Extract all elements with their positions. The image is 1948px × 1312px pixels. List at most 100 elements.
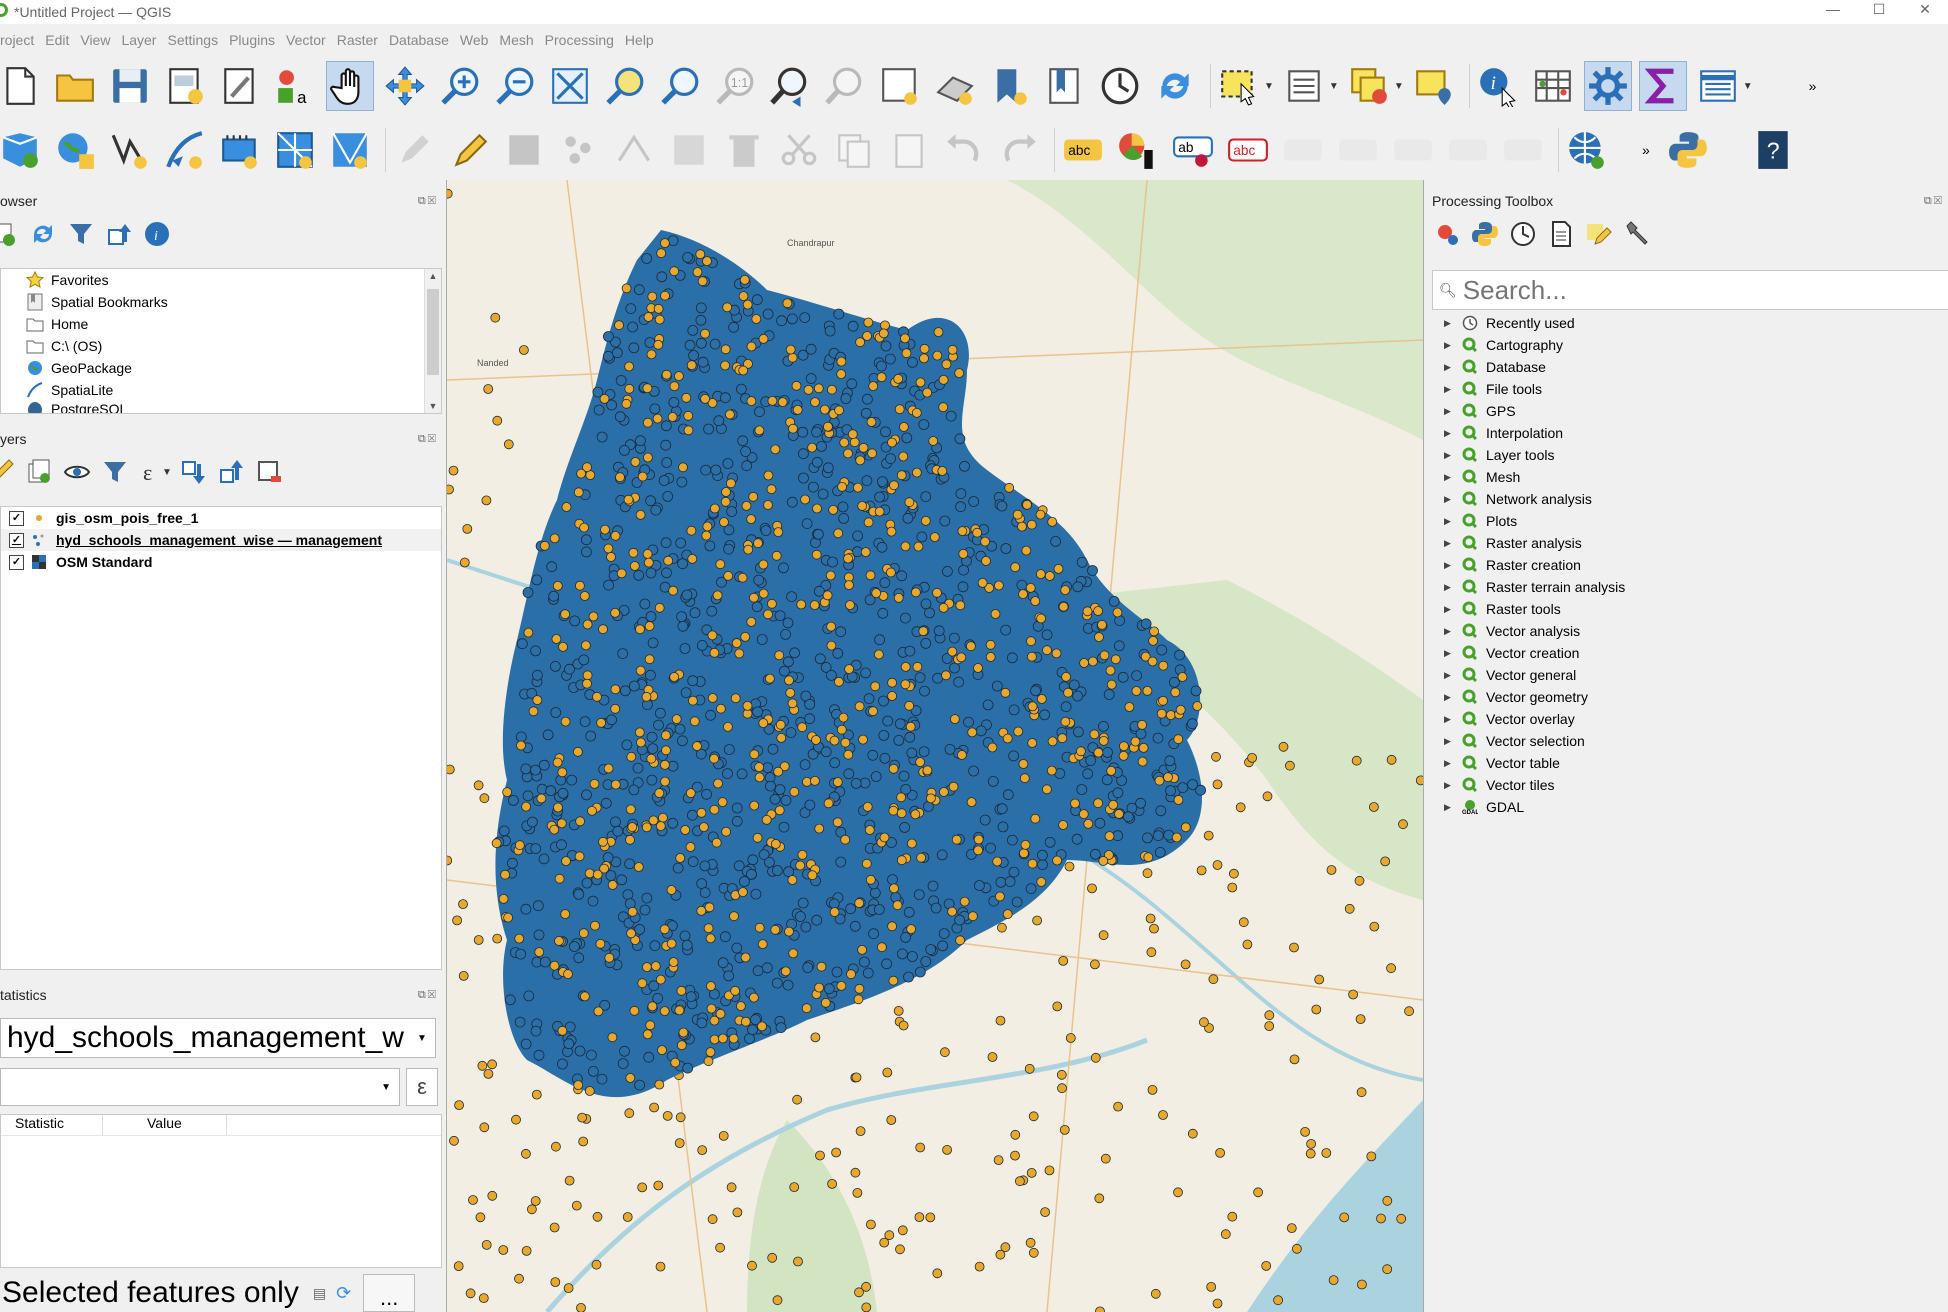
- save-project-button[interactable]: [106, 61, 154, 111]
- browser-scrollbar[interactable]: ▲ ▼: [424, 269, 441, 413]
- paste-features-button[interactable]: [885, 125, 933, 175]
- pan-map-button[interactable]: [326, 61, 374, 111]
- refresh-browser-button[interactable]: [28, 219, 58, 249]
- select-features-button[interactable]: [1215, 61, 1263, 111]
- browser-item-home[interactable]: Home: [1, 313, 441, 335]
- manage-map-themes-button[interactable]: [62, 457, 92, 487]
- menu-plugins[interactable]: Plugins: [229, 32, 275, 48]
- menu-layer[interactable]: Layer: [121, 32, 156, 48]
- menu-settings[interactable]: Settings: [167, 32, 218, 48]
- selected-features-only-checkbox[interactable]: Selected features only: [2, 1276, 299, 1310]
- group-vector-tiles[interactable]: ▶ Vector tiles: [1432, 774, 1948, 796]
- group-layer-tools[interactable]: ▶ Layer tools: [1432, 444, 1948, 466]
- group-vector-analysis[interactable]: ▶ Vector analysis: [1432, 620, 1948, 642]
- expression-button[interactable]: ε: [406, 1068, 438, 1106]
- map-canvas[interactable]: Nanded Chandrapur: [446, 180, 1424, 1312]
- deselect-all-button[interactable]: [1345, 61, 1393, 111]
- search-input[interactable]: [1460, 273, 1935, 307]
- refresh-icon[interactable]: ⟳: [336, 1283, 351, 1304]
- pan-to-selection-button[interactable]: [381, 61, 429, 111]
- layer-visibility-checkbox[interactable]: ✓: [9, 510, 24, 526]
- open-layer-styling-button[interactable]: [0, 457, 16, 487]
- layout-manager-button[interactable]: [216, 61, 264, 111]
- group-interpolation[interactable]: ▶ Interpolation: [1432, 422, 1948, 444]
- zoom-to-selection-button[interactable]: [601, 61, 649, 111]
- layer-labeling-options-button[interactable]: abc: [1059, 125, 1107, 175]
- menu-mesh[interactable]: Mesh: [499, 32, 533, 48]
- toolbar-overflow-arrow-2[interactable]: »: [1642, 142, 1650, 158]
- new-print-layout-button[interactable]: [161, 61, 209, 111]
- group-raster-terrain-analysis[interactable]: ▶ Raster terrain analysis: [1432, 576, 1948, 598]
- new-3d-map-view-button[interactable]: [931, 61, 979, 111]
- models-button[interactable]: [1432, 219, 1462, 249]
- new-bookmark-button[interactable]: [986, 61, 1034, 111]
- properties-button[interactable]: i: [142, 219, 172, 249]
- undo-button[interactable]: [940, 125, 988, 175]
- menu-view[interactable]: View: [80, 32, 110, 48]
- group-raster-creation[interactable]: ▶ Raster creation: [1432, 554, 1948, 576]
- menu-help[interactable]: Help: [625, 32, 654, 48]
- select-by-location-button[interactable]: [1410, 61, 1458, 111]
- panel-float-close-icon[interactable]: ⧉☒: [418, 195, 438, 208]
- new-map-view-button[interactable]: [876, 61, 924, 111]
- group-network-analysis[interactable]: ▶ Network analysis: [1432, 488, 1948, 510]
- scripts-button[interactable]: [1470, 219, 1500, 249]
- copy-icon[interactable]: ▤: [313, 1285, 326, 1302]
- identify-features-button[interactable]: i: [1474, 61, 1522, 111]
- new-project-button[interactable]: [0, 61, 44, 111]
- style-manager-button[interactable]: a: [271, 61, 319, 111]
- group-vector-selection[interactable]: ▶ Vector selection: [1432, 730, 1948, 752]
- filter-browser-button[interactable]: [66, 219, 96, 249]
- browser-item-spatial-bookmarks[interactable]: Spatial Bookmarks: [1, 291, 441, 313]
- processing-toolbox-button[interactable]: [1583, 61, 1632, 111]
- delete-selected-button[interactable]: [720, 125, 768, 175]
- browser-item-favorites[interactable]: Favorites: [1, 269, 441, 291]
- group-vector-creation[interactable]: ▶ Vector creation: [1432, 642, 1948, 664]
- new-virtual-layer-button[interactable]: [271, 125, 319, 175]
- layer-row-schools[interactable]: ✓ hyd_schools_management_wise — manageme…: [1, 529, 441, 551]
- menu-edit[interactable]: Edit: [45, 32, 69, 48]
- change-label-button[interactable]: [1499, 125, 1547, 175]
- history-button[interactable]: [1508, 219, 1538, 249]
- modify-attributes-button[interactable]: [665, 125, 713, 175]
- open-project-button[interactable]: [51, 61, 99, 111]
- redo-button[interactable]: [995, 125, 1043, 175]
- group-plots[interactable]: ▶ Plots: [1432, 510, 1948, 532]
- more-options-button[interactable]: ...: [363, 1274, 416, 1312]
- help-button[interactable]: ?: [1749, 125, 1797, 175]
- toggle-editing-button[interactable]: [445, 125, 493, 175]
- map-tips-dropdown-arrow[interactable]: ▼: [1743, 81, 1753, 92]
- group-vector-general[interactable]: ▶ Vector general: [1432, 664, 1948, 686]
- collapse-all-button[interactable]: [104, 219, 134, 249]
- save-layer-edits-button[interactable]: [500, 125, 548, 175]
- show-hide-labels-button[interactable]: [1334, 125, 1382, 175]
- add-wms-layer-button[interactable]: [1563, 125, 1611, 175]
- browser-item-c-drive[interactable]: C:\ (OS): [1, 335, 441, 357]
- new-temporary-layer-button[interactable]: [216, 125, 264, 175]
- deselect-dropdown-arrow[interactable]: ▼: [1394, 81, 1404, 92]
- group-gdal[interactable]: ▶ GDAL GDAL: [1432, 796, 1948, 818]
- new-geopackage-layer-button[interactable]: [161, 125, 209, 175]
- rotate-label-button[interactable]: [1444, 125, 1492, 175]
- open-attribute-table-button[interactable]: [1529, 61, 1577, 111]
- menu-vector[interactable]: Vector: [286, 32, 326, 48]
- show-bookmarks-button[interactable]: [1041, 61, 1089, 111]
- browser-item-postgresql[interactable]: PostgreSQL: [1, 401, 441, 413]
- layer-diagram-options-button[interactable]: [1114, 125, 1162, 175]
- data-source-manager-button[interactable]: [0, 125, 44, 175]
- group-database[interactable]: ▶ Database: [1432, 356, 1948, 378]
- column-header-statistic[interactable]: Statistic: [1, 1115, 103, 1135]
- close-button[interactable]: ✕: [1902, 0, 1948, 24]
- add-vector-layer-button[interactable]: [51, 125, 99, 175]
- layer-row-pois[interactable]: ✓ gis_osm_pois_free_1: [1, 507, 441, 529]
- options-button[interactable]: [1622, 219, 1652, 249]
- panel-float-close-icon[interactable]: ⧉☒: [1924, 195, 1944, 208]
- browser-item-spatialite[interactable]: SpatiaLite: [1, 379, 441, 401]
- python-console-button[interactable]: [1664, 125, 1712, 175]
- zoom-last-button[interactable]: [766, 61, 814, 111]
- filter-legend-button[interactable]: [100, 457, 130, 487]
- zoom-to-layer-button[interactable]: [656, 61, 704, 111]
- select-by-value-button[interactable]: [1280, 61, 1328, 111]
- edit-features-in-place-button[interactable]: [1584, 219, 1614, 249]
- group-raster-tools[interactable]: ▶ Raster tools: [1432, 598, 1948, 620]
